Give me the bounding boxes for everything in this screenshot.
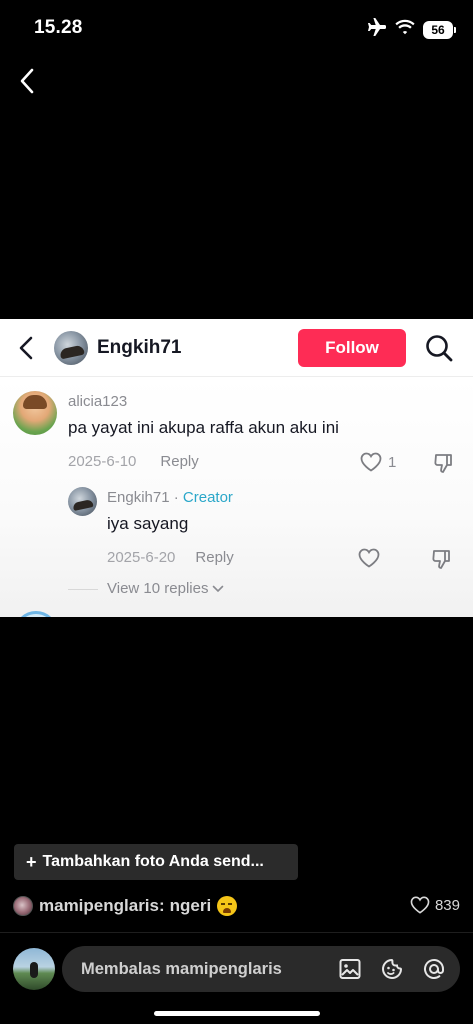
chevron-down-icon <box>213 585 224 592</box>
comment-reply-link: Reply <box>160 453 199 470</box>
wifi-icon <box>395 19 415 40</box>
comment-meta: 2025-6-10 Reply <box>68 453 199 470</box>
shared-screenshot[interactable]: Engkih71 Follow alicia123 pa yayat ini a… <box>0 319 473 617</box>
sticker-icon[interactable] <box>380 957 404 981</box>
comment-date: 2025-6-10 <box>68 453 137 470</box>
follow-button: Follow <box>298 329 406 367</box>
comment-text: pa yayat ini akupa raffa akun aku ini <box>68 418 339 437</box>
screenshot-back-icon <box>18 333 42 363</box>
battery-indicator: 56 <box>423 20 456 39</box>
comment-like: 1 <box>360 452 396 472</box>
story-comment-username: mamipenglaris: <box>39 896 165 915</box>
heart-icon <box>360 452 382 472</box>
reply-actions <box>338 957 460 981</box>
story-comment-text: ngeri <box>169 896 212 915</box>
reply-author-name: Engkih71 <box>107 489 170 506</box>
reply-input[interactable]: Membalas mamipenglaris <box>62 946 460 992</box>
heart-icon <box>410 896 430 914</box>
heart-icon <box>358 548 380 568</box>
comment-like-count: 1 <box>388 453 397 471</box>
reply-author: Engkih71 · Creator <box>107 489 233 506</box>
screenshot-header: Engkih71 Follow <box>0 319 473 377</box>
status-time: 15.28 <box>34 17 83 38</box>
next-commenter-avatar <box>14 611 58 617</box>
comment-author: alicia123 <box>68 393 128 410</box>
dislike-icon <box>433 452 455 474</box>
search-icon <box>424 333 454 363</box>
status-bar: 15.28 56 <box>0 0 473 56</box>
reply-text: iya sayang <box>107 514 189 533</box>
view-replies-label: View 10 replies <box>107 580 209 597</box>
reply-reply-link: Reply <box>195 549 234 566</box>
view-replies-line <box>68 589 98 590</box>
mention-icon[interactable] <box>422 957 446 981</box>
divider <box>0 932 473 933</box>
image-icon[interactable] <box>338 957 362 981</box>
airplane-icon <box>367 18 387 41</box>
reply-date: 2025-6-20 <box>107 549 176 566</box>
dislike-icon <box>431 548 453 570</box>
creator-avatar <box>54 331 88 365</box>
plus-icon: + <box>26 851 37 872</box>
home-indicator <box>154 1011 320 1016</box>
reply-placeholder[interactable]: Membalas mamipenglaris <box>81 960 338 979</box>
crying-face-emoji <box>217 896 238 916</box>
reply-author-avatar <box>68 487 97 516</box>
add-photo-button[interactable]: + Tambahkan foto Anda send... <box>14 844 298 880</box>
reply-author-separator: · <box>169 489 183 506</box>
creator-username: Engkih71 <box>97 337 182 358</box>
status-icons: 56 <box>367 18 456 41</box>
user-avatar[interactable] <box>13 948 55 990</box>
add-photo-label: Tambahkan foto Anda send... <box>42 853 264 870</box>
back-button[interactable] <box>12 64 42 98</box>
story-comment[interactable]: mamipenglaris: ngeri <box>13 893 460 919</box>
reply-meta: 2025-6-20 Reply <box>107 549 234 566</box>
view-replies-link: View 10 replies <box>107 580 224 597</box>
commenter-mini-avatar <box>13 896 33 916</box>
comment-thread: alicia123 pa yayat ini akupa raffa akun … <box>0 377 473 617</box>
creator-badge: Creator <box>182 489 233 506</box>
story-comment-like[interactable]: 839 <box>410 896 460 914</box>
story-like-count: 839 <box>434 896 460 914</box>
commenter-avatar <box>13 391 57 435</box>
reply-like <box>358 548 380 568</box>
